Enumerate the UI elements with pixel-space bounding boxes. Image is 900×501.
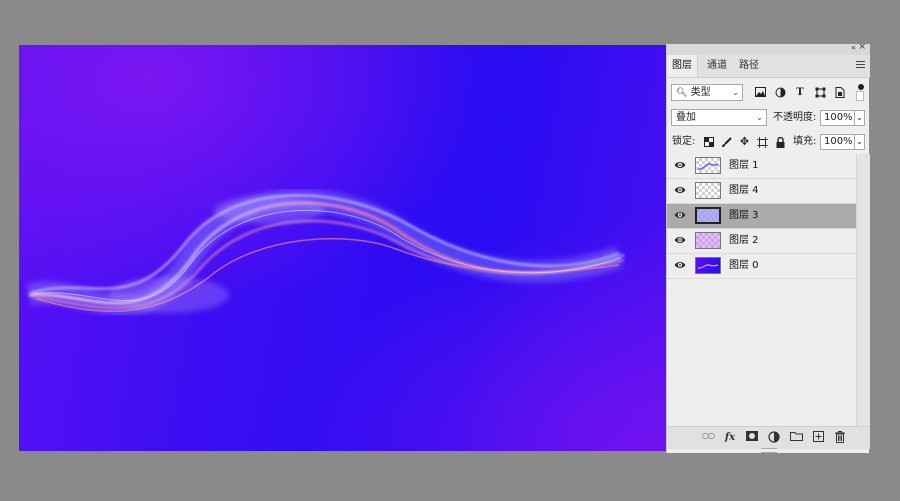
chevron-down-icon: ⌄ xyxy=(732,88,739,97)
layer-row-2[interactable]: 图层 2 xyxy=(667,229,856,254)
filter-type-select[interactable]: 🔍︎ 类型 ⌄ xyxy=(671,84,743,101)
layer-name[interactable]: 图层 0 xyxy=(729,254,759,278)
opacity-input[interactable]: 100% xyxy=(820,110,856,126)
layer-name[interactable]: 图层 4 xyxy=(729,179,759,203)
layer-name[interactable]: 图层 2 xyxy=(729,229,759,253)
new-adjustment-icon[interactable] xyxy=(767,431,781,445)
panel-resize-grip[interactable] xyxy=(761,448,777,453)
new-group-icon[interactable] xyxy=(789,431,803,445)
lock-row: 锁定: ✥ 100% 填充: 100% ⌄ xyxy=(667,133,870,151)
fill-label-text: 填充: xyxy=(793,136,817,147)
blend-mode-label: 叠加 xyxy=(676,112,696,123)
layer-row-4[interactable]: 图层 4 xyxy=(667,179,856,204)
eye-icon[interactable] xyxy=(674,159,686,171)
lock-artboard-icon[interactable] xyxy=(756,133,769,150)
layer-thumbnail xyxy=(695,207,721,224)
lock-label: 锁定: xyxy=(672,136,696,147)
document-canvas[interactable] xyxy=(19,45,666,451)
delete-layer-icon[interactable] xyxy=(833,431,847,445)
layers-scrollbar[interactable] xyxy=(856,154,870,426)
tab-layers[interactable]: 图层 xyxy=(667,55,698,77)
adjustment-filter-icon[interactable] xyxy=(774,87,786,99)
tab-channels[interactable]: 通道 xyxy=(702,55,732,77)
filter-toggle-box xyxy=(856,91,864,101)
layers-list: 图层 1 图层 4 图层 3 图层 2 图层 0 xyxy=(667,154,856,279)
layer-thumbnail xyxy=(695,157,721,174)
collapse-icon[interactable]: « xyxy=(851,43,856,52)
add-mask-icon[interactable] xyxy=(745,431,759,445)
layer-row-3[interactable]: 图层 3 xyxy=(667,204,856,229)
ribbon-artwork xyxy=(25,188,625,316)
eye-icon[interactable] xyxy=(674,184,686,196)
type-filter-icon[interactable]: T xyxy=(794,87,806,99)
close-icon[interactable]: × xyxy=(858,42,866,52)
layers-bottom-bar: fx xyxy=(667,426,870,449)
eye-icon[interactable] xyxy=(674,234,686,246)
opacity-label: 不透明度: xyxy=(773,112,817,123)
fill-dropdown[interactable]: ⌄ xyxy=(854,134,865,150)
fill-input[interactable]: 100% xyxy=(820,134,856,150)
lock-transparent-icon[interactable] xyxy=(702,133,715,150)
layer-row-1[interactable]: 图层 1 xyxy=(667,154,856,179)
panel-title-bar[interactable]: « × xyxy=(667,42,870,55)
tab-paths[interactable]: 路径 xyxy=(734,55,764,77)
filter-toggle-icon[interactable] xyxy=(858,84,864,90)
layer-thumbnail xyxy=(695,232,721,249)
new-layer-icon[interactable] xyxy=(811,431,825,445)
panel-menu-icon[interactable] xyxy=(856,61,865,69)
layer-name[interactable]: 图层 3 xyxy=(729,204,759,228)
layer-name[interactable]: 图层 1 xyxy=(729,154,759,178)
filter-row: 🔍︎ 类型 ⌄ T xyxy=(667,84,870,104)
lock-brush-icon[interactable] xyxy=(720,133,733,150)
blend-row: 叠加 ⌄ 不透明度: 100% ⌄ xyxy=(667,109,870,127)
fx-icon[interactable]: fx xyxy=(723,431,737,445)
eye-icon[interactable] xyxy=(674,209,686,221)
layer-thumbnail xyxy=(695,182,721,199)
smart-object-filter-icon[interactable] xyxy=(834,87,846,99)
filter-type-label: 类型 xyxy=(690,87,711,98)
eye-icon[interactable] xyxy=(674,259,686,271)
chevron-down-icon: ⌄ xyxy=(756,113,763,122)
image-filter-icon[interactable] xyxy=(754,87,766,99)
search-icon: 🔍︎ xyxy=(676,88,688,98)
lock-all-icon[interactable] xyxy=(774,133,787,150)
lock-move-icon[interactable]: ✥ xyxy=(738,133,751,150)
opacity-dropdown[interactable]: ⌄ xyxy=(854,110,865,126)
link-layers-icon[interactable] xyxy=(701,431,715,445)
layer-thumbnail xyxy=(695,257,721,274)
panel-tabs: 图层 通道 路径 xyxy=(667,55,870,78)
layer-row-0[interactable]: 图层 0 xyxy=(667,254,856,279)
blend-mode-select[interactable]: 叠加 ⌄ xyxy=(671,109,767,126)
layers-panel: « × 图层 通道 路径 🔍︎ 类型 ⌄ T 叠加 ⌄ 不透明度: 100% ⌄… xyxy=(666,42,870,453)
shape-filter-icon[interactable] xyxy=(814,87,826,99)
